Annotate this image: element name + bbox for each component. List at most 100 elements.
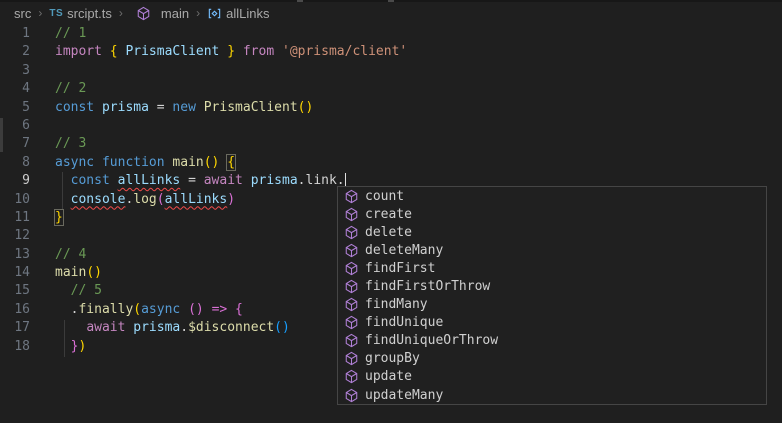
line-number[interactable]: 10 [0, 191, 30, 209]
code-token [55, 302, 71, 317]
code-token [102, 44, 110, 59]
code-line: 2 import { PrismaClient } from '@prisma/… [0, 43, 782, 61]
line-number[interactable]: 6 [0, 117, 30, 135]
breadcrumb-label: main [161, 6, 189, 21]
code-line-content[interactable]: // 1 [30, 25, 86, 43]
code-token: finally [78, 302, 133, 317]
suggestion-label: delete [365, 225, 412, 240]
code-token: async [55, 155, 94, 170]
code-token: new [172, 100, 195, 115]
suggestion-item[interactable]: update [338, 368, 766, 386]
code-line-content[interactable]: // 5 [30, 282, 102, 300]
code-line-content[interactable]: main() [30, 264, 102, 282]
line-number[interactable]: 1 [0, 25, 30, 43]
code-line: 1 // 1 [0, 25, 782, 43]
suggestion-item[interactable]: findMany [338, 296, 766, 314]
code-line-content[interactable]: const allLinks = await prisma.link. [30, 172, 346, 190]
method-cube-icon [136, 6, 151, 21]
suggestion-item[interactable]: findUnique [338, 314, 766, 332]
code-token [243, 173, 251, 188]
method-cube-icon [344, 189, 359, 204]
code-token: await [86, 320, 125, 335]
suggestion-item[interactable]: findFirst [338, 259, 766, 277]
line-number[interactable]: 18 [0, 338, 30, 356]
vscode-editor-window: src›TSsrcipt.ts› main› allLinks 1 // 1 2… [0, 0, 782, 423]
suggestion-item[interactable]: count [338, 187, 766, 205]
code-token [227, 302, 235, 317]
code-line-content[interactable]: .finally(async () => { [30, 301, 243, 319]
line-number[interactable]: 3 [0, 62, 30, 80]
code-token: main [55, 265, 86, 280]
code-token: ( [157, 192, 165, 207]
suggestion-item[interactable]: updateMany [338, 386, 766, 404]
method-cube-icon [344, 351, 359, 366]
code-token: { [227, 155, 235, 170]
method-cube-icon [344, 279, 359, 294]
code-token [110, 173, 118, 188]
code-line-content[interactable]: import { PrismaClient } from '@prisma/cl… [30, 43, 407, 61]
code-line-content[interactable]: // 2 [30, 80, 86, 98]
code-line-content[interactable]: // 4 [30, 246, 86, 264]
line-number[interactable]: 15 [0, 282, 30, 300]
line-number[interactable]: 16 [0, 301, 30, 319]
breadcrumb-item-srcipt-ts[interactable]: TSsrcipt.ts [49, 6, 112, 21]
breadcrumb-item-alllinks[interactable]: allLinks [207, 6, 269, 21]
code-token [235, 44, 243, 59]
line-number[interactable]: 11 [0, 209, 30, 227]
line-number[interactable]: 9 [0, 172, 30, 190]
code-token: { [235, 302, 243, 317]
suggestion-item[interactable]: delete [338, 223, 766, 241]
code-line-content[interactable]: // 3 [30, 135, 86, 153]
method-cube-icon [344, 243, 359, 258]
suggestion-item[interactable]: findFirstOrThrow [338, 277, 766, 295]
code-line-content[interactable] [30, 117, 55, 135]
code-line: 4 // 2 [0, 80, 782, 98]
line-number[interactable]: 7 [0, 135, 30, 153]
code-line-content[interactable]: }) [30, 338, 86, 356]
method-cube-icon [344, 297, 359, 312]
line-number[interactable]: 4 [0, 80, 30, 98]
suggestion-item[interactable]: findUniqueOrThrow [338, 332, 766, 350]
breadcrumb-item-src[interactable]: src [14, 6, 31, 21]
line-number[interactable]: 5 [0, 99, 30, 117]
line-number[interactable]: 13 [0, 246, 30, 264]
code-token: prisma [102, 100, 149, 115]
line-number[interactable]: 17 [0, 319, 30, 337]
suggestion-label: deleteMany [365, 243, 443, 258]
code-line-content[interactable]: console.log(allLinks) [30, 191, 235, 209]
line-number[interactable]: 8 [0, 154, 30, 172]
suggestion-item[interactable]: groupBy [338, 350, 766, 368]
code-line-content[interactable] [30, 227, 55, 245]
code-token: } [55, 210, 63, 225]
code-token: } [227, 44, 235, 59]
suggestion-item[interactable]: deleteMany [338, 241, 766, 259]
code-token [94, 155, 102, 170]
breadcrumb-label: allLinks [226, 6, 269, 21]
indent-guide [64, 320, 65, 357]
line-number[interactable]: 14 [0, 264, 30, 282]
breadcrumb-separator: › [38, 6, 42, 20]
code-line-content[interactable] [30, 62, 55, 80]
code-token: await [204, 173, 243, 188]
suggestion-label: updateMany [365, 388, 443, 403]
line-number[interactable]: 2 [0, 43, 30, 61]
line-number[interactable]: 12 [0, 227, 30, 245]
code-token: => [212, 302, 228, 317]
method-cube-icon [344, 225, 359, 240]
suggestion-label: update [365, 369, 412, 384]
code-token: // 1 [55, 26, 86, 41]
code-token: console [71, 192, 126, 207]
suggestion-item[interactable]: create [338, 205, 766, 223]
breadcrumb-item-main[interactable]: main [130, 6, 189, 21]
code-token: () [298, 100, 314, 115]
code-token: prisma [133, 320, 180, 335]
code-line-content[interactable]: const prisma = new PrismaClient() [30, 99, 313, 117]
code-line-content[interactable]: async function main() { [30, 154, 235, 172]
code-line-content[interactable]: } [30, 209, 63, 227]
code-token [274, 44, 282, 59]
code-token: function [102, 155, 165, 170]
code-line-content[interactable]: await prisma.$disconnect() [30, 319, 290, 337]
code-token: async [141, 302, 180, 317]
code-token: () [188, 302, 204, 317]
method-cube-icon [344, 261, 359, 276]
